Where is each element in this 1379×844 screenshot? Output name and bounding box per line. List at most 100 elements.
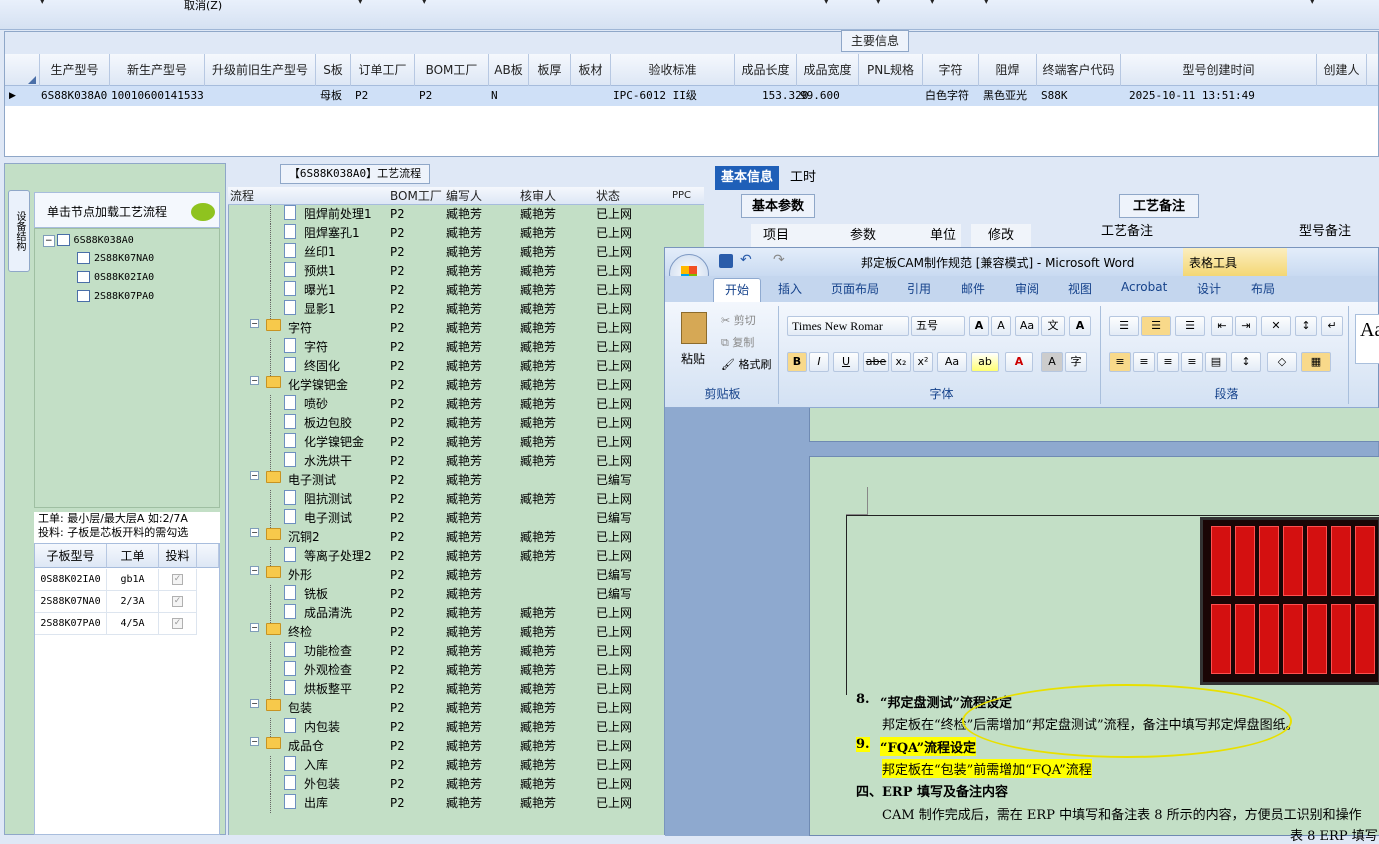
col-header[interactable]: 投料: [159, 544, 197, 568]
collapse-icon[interactable]: −: [250, 737, 259, 746]
cell-customer[interactable]: S88K: [1041, 86, 1068, 106]
process-step-row[interactable]: 功能检查 P2 臧艳芳 臧艳芳 已上网: [228, 642, 668, 661]
process-step-row[interactable]: 水洗烘干 P2 臧艳芳 臧艳芳 已上网: [228, 452, 668, 471]
process-group-row[interactable]: − 化学镍钯金 P2 臧艳芳 臧艳芳 已上网: [228, 376, 668, 395]
collapse-icon[interactable]: −: [250, 376, 259, 385]
tab-basic-info[interactable]: 基本信息: [715, 166, 779, 190]
cell-bom-factory[interactable]: P2: [419, 86, 432, 106]
tree-node[interactable]: 0S88K02IA0: [77, 271, 154, 283]
multilevel-icon[interactable]: ☰: [1175, 316, 1205, 336]
col-header[interactable]: 型号创建时间: [1121, 54, 1317, 86]
collapse-icon[interactable]: −: [250, 566, 259, 575]
char-shading-icon[interactable]: A: [1041, 352, 1063, 372]
col-header[interactable]: 板厚: [529, 54, 571, 86]
phonetic-icon[interactable]: 文: [1041, 316, 1065, 336]
col-header[interactable]: 板材: [571, 54, 611, 86]
process-step-row[interactable]: 铣板 P2 臧艳芳 已编写: [228, 585, 668, 604]
tree-node[interactable]: 2S88K07PA0: [77, 290, 154, 302]
decrease-indent-icon[interactable]: ⇤: [1211, 316, 1233, 336]
tab-insert[interactable]: 插入: [778, 280, 802, 297]
dropdown-arrow-icon[interactable]: ▾: [358, 0, 363, 7]
checkbox[interactable]: [56, 234, 70, 246]
cell-order-factory[interactable]: P2: [355, 86, 368, 106]
process-step-row[interactable]: 烘板整平 P2 臧艳芳 臧艳芳 已上网: [228, 680, 668, 699]
paste-icon[interactable]: [681, 312, 707, 344]
col-header[interactable]: 成品宽度: [797, 54, 859, 86]
process-group-row[interactable]: − 外形 P2 臧艳芳 已编写: [228, 566, 668, 585]
process-step-row[interactable]: 内包装 P2 臧艳芳 臧艳芳 已上网: [228, 718, 668, 737]
process-step-row[interactable]: 入库 P2 臧艳芳 臧艳芳 已上网: [228, 756, 668, 775]
change-case-button[interactable]: Aa: [937, 352, 967, 372]
tree-root[interactable]: − 6S88K038A0: [43, 234, 134, 247]
font-color-button[interactable]: A: [1005, 352, 1033, 372]
col-header[interactable]: 新生产型号: [110, 54, 205, 86]
process-step-row[interactable]: 化学镍钯金 P2 臧艳芳 臧艳芳 已上网: [228, 433, 668, 452]
shrink-font-icon[interactable]: A: [991, 316, 1011, 336]
grow-font-icon[interactable]: A: [969, 316, 989, 336]
tab-layout[interactable]: 页面布局: [831, 280, 879, 297]
feed-checkbox[interactable]: ✓: [159, 569, 197, 591]
cell-standard[interactable]: IPC-6012 II级: [613, 86, 697, 106]
col-header[interactable]: 核审人: [520, 187, 556, 205]
shading-icon[interactable]: ◇: [1267, 352, 1297, 372]
cell-model[interactable]: 0S88K02IA0: [35, 569, 107, 591]
char-border-icon[interactable]: A: [1069, 316, 1091, 336]
process-step-row[interactable]: 出库 P2 臧艳芳 臧艳芳 已上网: [228, 794, 668, 813]
tree-node[interactable]: 2S88K07NA0: [77, 252, 154, 264]
bold-button[interactable]: B: [787, 352, 807, 372]
tab-review[interactable]: 审阅: [1015, 280, 1039, 297]
side-tab[interactable]: 设备结构: [8, 190, 30, 272]
process-step-row[interactable]: 外包装 P2 臧艳芳 臧艳芳 已上网: [228, 775, 668, 794]
tab-references[interactable]: 引用: [907, 280, 931, 297]
process-step-row[interactable]: 喷砂 P2 臧艳芳 臧艳芳 已上网: [228, 395, 668, 414]
table-row[interactable]: ▶ 6S88K038A0 10010600141533 母板 P2 P2 N I…: [5, 86, 1378, 106]
col-header[interactable]: BOM工厂: [415, 54, 489, 86]
col-header[interactable]: 子板型号: [35, 544, 107, 568]
col-header[interactable]: S板: [316, 54, 351, 86]
cell-s-board[interactable]: 母板: [320, 86, 342, 106]
process-step-row[interactable]: 终固化 P2 臧艳芳 臧艳芳 已上网: [228, 357, 668, 376]
distributed-align-icon[interactable]: ▤: [1205, 352, 1227, 372]
numbering-icon[interactable]: ☰: [1141, 316, 1171, 336]
col-header[interactable]: 创建人: [1317, 54, 1367, 86]
copy-button[interactable]: ⧉ 复制: [721, 334, 754, 350]
format-painter-button[interactable]: 🖌 格式刷: [721, 356, 771, 372]
cut-button[interactable]: ✂ 剪切: [721, 312, 756, 328]
collapse-icon[interactable]: −: [250, 528, 259, 537]
process-step-row[interactable]: 板边包胶 P2 臧艳芳 臧艳芳 已上网: [228, 414, 668, 433]
collapse-icon[interactable]: −: [250, 319, 259, 328]
tab-work-hours[interactable]: 工时: [783, 166, 823, 190]
collapse-icon[interactable]: −: [250, 699, 259, 708]
undo-icon[interactable]: ↶: [740, 252, 752, 268]
process-step-row[interactable]: 阻焊塞孔1 P2 臧艳芳 臧艳芳 已上网: [228, 224, 668, 243]
highlight-button[interactable]: ab: [971, 352, 999, 372]
checkbox[interactable]: [77, 271, 90, 283]
cell-order[interactable]: gb1A: [107, 569, 159, 591]
feed-checkbox[interactable]: ✓: [159, 613, 197, 635]
cell-model[interactable]: 2S88K07NA0: [35, 591, 107, 613]
save-icon[interactable]: [719, 254, 733, 268]
col-header[interactable]: 订单工厂: [351, 54, 415, 86]
process-group-row[interactable]: − 电子测试 P2 臧艳芳 已编写: [228, 471, 668, 490]
align-left-icon[interactable]: ≡: [1109, 352, 1131, 372]
cell-model[interactable]: 2S88K07PA0: [35, 613, 107, 635]
process-step-row[interactable]: 预烘1 P2 臧艳芳 臧艳芳 已上网: [228, 262, 668, 281]
dropdown-arrow-icon[interactable]: ▾: [1310, 0, 1315, 7]
process-step-row[interactable]: 阻抗测试 P2 臧艳芳 臧艳芳 已上网: [228, 490, 668, 509]
style-gallery[interactable]: Aa: [1355, 314, 1379, 364]
dropdown-arrow-icon[interactable]: ▾: [930, 0, 935, 7]
collapse-icon[interactable]: −: [43, 235, 55, 247]
process-step-row[interactable]: 字符 P2 臧艳芳 臧艳芳 已上网: [228, 338, 668, 357]
sort-icon[interactable]: ↕: [1295, 316, 1317, 336]
tab-basic-params[interactable]: 基本参数: [741, 194, 815, 218]
tab-mailings[interactable]: 邮件: [961, 280, 985, 297]
dropdown-arrow-icon[interactable]: ▾: [984, 0, 989, 7]
cell-char[interactable]: 白色字符: [925, 86, 969, 106]
process-group-row[interactable]: − 终检 P2 臧艳芳 臧艳芳 已上网: [228, 623, 668, 642]
process-step-row[interactable]: 显影1 P2 臧艳芳 臧艳芳 已上网: [228, 300, 668, 319]
align-right-icon[interactable]: ≡: [1157, 352, 1179, 372]
process-step-row[interactable]: 成品清洗 P2 臧艳芳 臧艳芳 已上网: [228, 604, 668, 623]
distribute-icon[interactable]: ✕: [1261, 316, 1291, 336]
col-header[interactable]: PPC: [672, 187, 691, 205]
align-center-icon[interactable]: ≡: [1133, 352, 1155, 372]
